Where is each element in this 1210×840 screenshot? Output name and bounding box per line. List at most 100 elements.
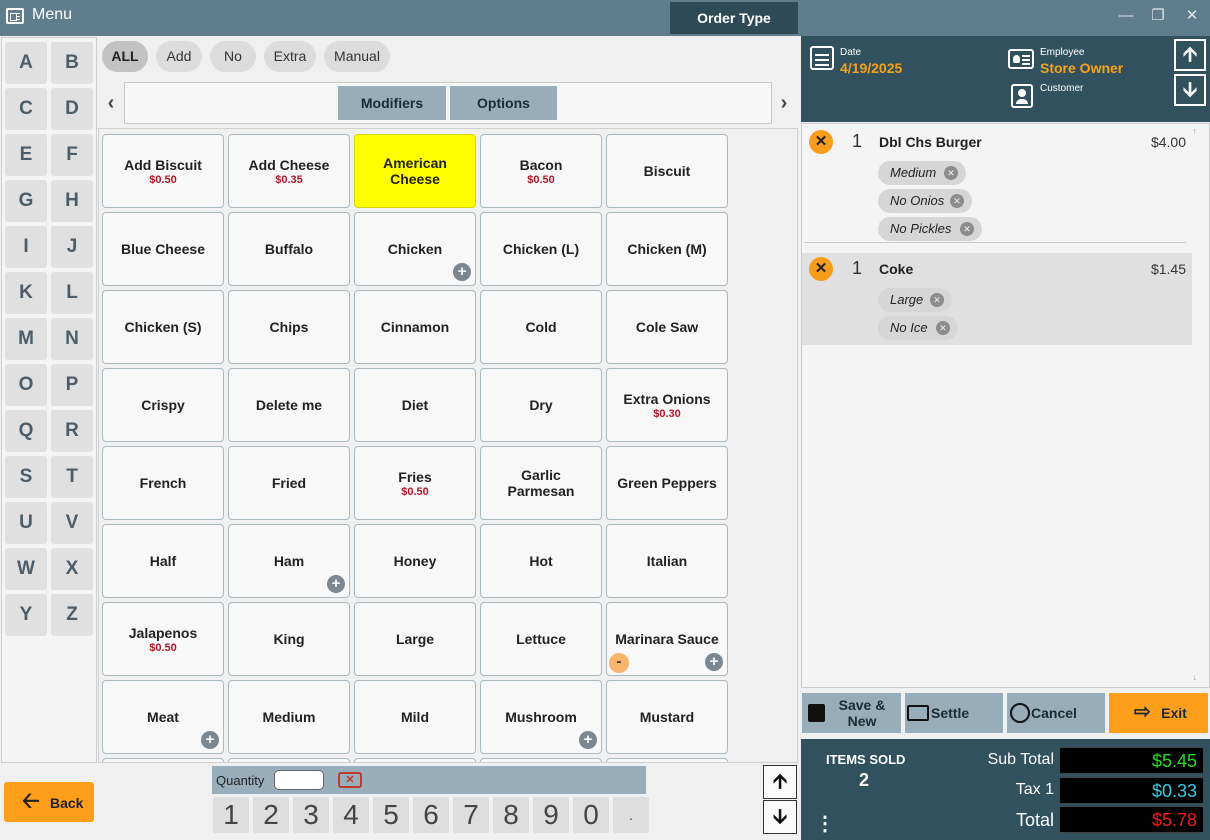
- back-button[interactable]: 🡠 Back: [4, 782, 94, 822]
- modifier-item[interactable]: Chicken (S): [102, 290, 224, 364]
- modifier-item[interactable]: Crispy: [102, 368, 224, 442]
- employee-value[interactable]: Store Owner: [1040, 60, 1123, 76]
- modifier-item[interactable]: King: [228, 602, 350, 676]
- order-scroll-up-icon[interactable]: 🡩: [1174, 39, 1206, 71]
- modifier-item[interactable]: Meat +: [102, 680, 224, 754]
- tab-options[interactable]: Options: [450, 86, 557, 120]
- letter-f-button[interactable]: F: [51, 134, 93, 176]
- modifier-item[interactable]: Blue Cheese: [102, 212, 224, 286]
- letter-g-button[interactable]: G: [5, 180, 47, 222]
- modifier-item[interactable]: Dry: [480, 368, 602, 442]
- letter-x-button[interactable]: X: [51, 548, 93, 590]
- digit-8-button[interactable]: 8: [493, 797, 529, 833]
- order-modifier[interactable]: Large ✕: [878, 288, 952, 312]
- order-type-button[interactable]: Order Type: [670, 2, 798, 34]
- modifier-item[interactable]: [354, 758, 476, 762]
- letter-e-button[interactable]: E: [5, 134, 47, 176]
- modifier-item[interactable]: Mustard: [606, 680, 728, 754]
- modifier-item[interactable]: Honey: [354, 524, 476, 598]
- customer-icon[interactable]: [1011, 84, 1033, 108]
- remove-modifier-icon[interactable]: ✕: [936, 321, 950, 335]
- modifier-item[interactable]: Mushroom +: [480, 680, 602, 754]
- tabs-prev-arrow-icon[interactable]: ‹: [100, 82, 122, 124]
- plus-icon[interactable]: +: [201, 731, 219, 749]
- filter-no-button[interactable]: No: [210, 41, 256, 72]
- order-modifier[interactable]: No Onios ✕: [878, 189, 972, 213]
- letter-q-button[interactable]: Q: [5, 410, 47, 452]
- letter-k-button[interactable]: K: [5, 272, 47, 314]
- grid-scroll-up-icon[interactable]: 🡩: [763, 765, 797, 799]
- tabs-next-arrow-icon[interactable]: ›: [773, 82, 795, 124]
- modifier-item[interactable]: Jalapenos $0.50: [102, 602, 224, 676]
- quantity-input[interactable]: [274, 770, 324, 790]
- modifier-item[interactable]: Medium: [228, 680, 350, 754]
- modifier-item[interactable]: Add Biscuit $0.50: [102, 134, 224, 208]
- modifier-item[interactable]: Extra Onions $0.30: [606, 368, 728, 442]
- modifier-item[interactable]: Chicken (L): [480, 212, 602, 286]
- letter-b-button[interactable]: B: [51, 42, 93, 84]
- digit-6-button[interactable]: 6: [413, 797, 449, 833]
- digit-3-button[interactable]: 3: [293, 797, 329, 833]
- grid-scroll-down-icon[interactable]: 🡫: [763, 800, 797, 834]
- letter-l-button[interactable]: L: [51, 272, 93, 314]
- filter-add-button[interactable]: Add: [156, 41, 202, 72]
- order-modifier[interactable]: Medium ✕: [878, 161, 966, 185]
- letter-h-button[interactable]: H: [51, 180, 93, 222]
- modifier-item[interactable]: [228, 758, 350, 762]
- modifier-item[interactable]: Delete me: [228, 368, 350, 442]
- modifier-item[interactable]: Fries $0.50: [354, 446, 476, 520]
- letter-r-button[interactable]: R: [51, 410, 93, 452]
- filter-extra-button[interactable]: Extra: [264, 41, 316, 72]
- modifier-item[interactable]: Chips: [228, 290, 350, 364]
- tab-modifiers[interactable]: Modifiers: [338, 86, 446, 120]
- modifier-item[interactable]: Biscuit: [606, 134, 728, 208]
- letter-w-button[interactable]: W: [5, 548, 47, 590]
- minus-icon[interactable]: -: [609, 653, 629, 673]
- modifier-item[interactable]: Mild: [354, 680, 476, 754]
- remove-modifier-icon[interactable]: ✕: [930, 293, 944, 307]
- filter-manual-button[interactable]: Manual: [324, 41, 390, 72]
- letter-c-button[interactable]: C: [5, 88, 47, 130]
- modifier-item[interactable]: Ham +: [228, 524, 350, 598]
- order-modifier[interactable]: No Pickles ✕: [878, 217, 982, 241]
- remove-modifier-icon[interactable]: ✕: [950, 194, 964, 208]
- remove-modifier-icon[interactable]: ✕: [960, 222, 974, 236]
- letter-m-button[interactable]: M: [5, 318, 47, 360]
- digit-2-button[interactable]: 2: [253, 797, 289, 833]
- customer-label[interactable]: Customer: [1040, 83, 1083, 94]
- settle-button[interactable]: Settle: [905, 693, 1003, 733]
- modifier-item[interactable]: Chicken (M): [606, 212, 728, 286]
- letter-a-button[interactable]: A: [5, 42, 47, 84]
- letter-i-button[interactable]: I: [5, 226, 47, 268]
- modifier-item[interactable]: Cole Saw: [606, 290, 728, 364]
- digit-4-button[interactable]: 4: [333, 797, 369, 833]
- modifier-item[interactable]: French: [102, 446, 224, 520]
- modifier-item[interactable]: Buffalo: [228, 212, 350, 286]
- modifier-item[interactable]: Add Cheese $0.35: [228, 134, 350, 208]
- plus-icon[interactable]: +: [705, 653, 723, 671]
- modifier-item[interactable]: Green Peppers: [606, 446, 728, 520]
- modifier-item[interactable]: Chicken +: [354, 212, 476, 286]
- restore-icon[interactable]: ❐: [1148, 6, 1168, 26]
- letter-j-button[interactable]: J: [51, 226, 93, 268]
- remove-item-icon[interactable]: ✕: [809, 130, 833, 154]
- more-options-icon[interactable]: ⋮: [815, 811, 835, 836]
- modifier-item[interactable]: Cinnamon: [354, 290, 476, 364]
- minimize-icon[interactable]: —: [1116, 6, 1136, 26]
- modifier-item[interactable]: Marinara Sauce + -: [606, 602, 728, 676]
- digit-0-button[interactable]: 0: [573, 797, 609, 833]
- decimal-button[interactable]: .: [613, 797, 649, 833]
- modifier-item[interactable]: American Cheese: [354, 134, 476, 208]
- letter-p-button[interactable]: P: [51, 364, 93, 406]
- modifier-item[interactable]: Garlic Parmesan: [480, 446, 602, 520]
- order-item[interactable]: ✕ 1 Coke $1.45 Large ✕ No Ice ✕: [802, 253, 1192, 345]
- digit-1-button[interactable]: 1: [213, 797, 249, 833]
- modifier-item[interactable]: Large: [354, 602, 476, 676]
- scroll-bottom-icon[interactable]: ↓: [1193, 672, 1198, 682]
- modifier-item[interactable]: [480, 758, 602, 762]
- digit-7-button[interactable]: 7: [453, 797, 489, 833]
- modifier-item[interactable]: Fried: [228, 446, 350, 520]
- modifier-item[interactable]: Bacon $0.50: [480, 134, 602, 208]
- digit-9-button[interactable]: 9: [533, 797, 569, 833]
- letter-u-button[interactable]: U: [5, 502, 47, 544]
